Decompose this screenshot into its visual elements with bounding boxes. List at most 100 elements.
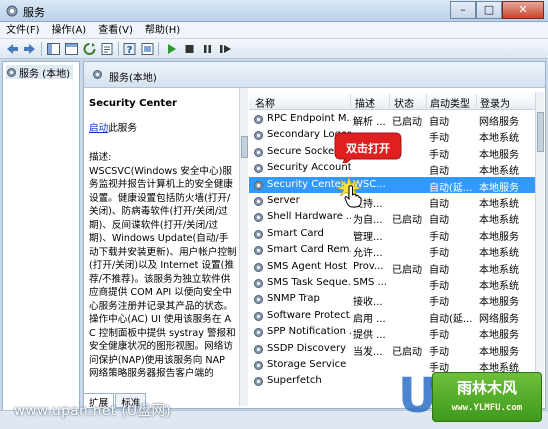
service-gear-icon	[254, 262, 263, 272]
service-startup-type: 自动(延...	[429, 313, 473, 325]
service-logon-as: 本地服务	[479, 231, 519, 243]
service-status: 已启动	[392, 117, 422, 128]
services-list-scrollbar[interactable]	[535, 92, 544, 406]
service-row[interactable]: Smart Card Rem... 允许... 手动 本地系统	[249, 242, 539, 260]
service-row[interactable]: Storage Service 手动 本地系统	[249, 357, 539, 374]
refresh-icon[interactable]	[82, 42, 97, 56]
show-console-tree-icon[interactable]	[46, 42, 61, 56]
service-status: 已启动	[392, 346, 422, 358]
callout-text: 双击打开	[346, 142, 390, 155]
service-gear-icon	[254, 164, 263, 174]
service-startup-type: 手动	[429, 297, 449, 309]
service-gear-icon	[254, 279, 263, 288]
tree-item-services-local[interactable]: 服务 (本地)	[6, 65, 73, 80]
start-service-icon[interactable]	[164, 42, 179, 56]
export-list-icon[interactable]	[100, 42, 115, 56]
selected-service-name: Security Center	[89, 98, 177, 109]
service-row[interactable]: SNMP Trap 接收... 手动 本地服务	[249, 291, 539, 309]
toolbar: ?	[0, 39, 548, 59]
menu-help[interactable]: 帮助(H)	[139, 22, 186, 38]
service-gear-icon	[254, 213, 263, 223]
hand-cursor-icon	[344, 185, 362, 208]
service-startup-type: 手动	[429, 231, 449, 243]
description-text: WSCSVC(Windows 安全中心)服务监视并报告计算机上的安全健康设置。健…	[89, 165, 237, 380]
back-arrow-icon[interactable]	[5, 42, 20, 56]
service-name: SMS Task Seque...	[267, 277, 351, 288]
service-gear-icon	[254, 180, 263, 190]
service-row[interactable]: RPC Endpoint M... 解析 ... 已启动 自动 网络服务	[249, 111, 539, 128]
stop-service-icon[interactable]	[182, 42, 197, 56]
menu-bar: 文件(F) 操作(A) 查看(V) 帮助(H)	[0, 22, 548, 39]
help-icon[interactable]: ?	[122, 42, 137, 56]
minimize-button[interactable]: –	[450, 1, 476, 19]
scroll-thumb[interactable]	[537, 112, 544, 152]
service-logon-as: 本地服务	[479, 330, 519, 342]
service-desc: 解析 ...	[353, 117, 386, 128]
service-gear-icon	[254, 295, 263, 305]
service-row[interactable]: Shell Hardware ... 为自... 已启动 自动 本地系统	[249, 209, 539, 227]
console-tree: 服务 (本地)	[2, 61, 80, 419]
service-logon-as: 本地系统	[479, 248, 519, 260]
maximize-button[interactable]: □	[476, 1, 502, 19]
pane-header: 服务(本地)	[84, 62, 545, 88]
service-logon-as: 网络服务	[479, 117, 519, 128]
services-gear-icon	[6, 5, 18, 17]
service-row[interactable]: SSDP Discovery 当发... 已启动 手动 本地服务	[249, 341, 539, 358]
service-gear-icon	[254, 131, 263, 141]
svg-text:?: ?	[127, 45, 133, 56]
service-startup-type: 自动	[429, 199, 449, 210]
service-row[interactable]: Security Center WSC... 自动(延... 本地服务	[249, 176, 539, 194]
service-desc: SMS ...	[353, 277, 387, 288]
menu-action[interactable]: 操作(A)	[46, 22, 93, 38]
close-button[interactable]: ✕	[502, 1, 544, 19]
console-window-icon[interactable]	[64, 42, 79, 56]
service-row[interactable]: Server 支持... 自动 本地系统	[249, 193, 539, 210]
pause-service-icon[interactable]	[200, 42, 215, 56]
column-logon-as[interactable]: 登录为	[480, 95, 510, 110]
service-desc: 提供 ...	[353, 330, 386, 342]
service-name: Smart Card Rem...	[267, 244, 351, 256]
service-desc: 当发...	[353, 346, 383, 358]
service-status: 已启动	[392, 264, 422, 276]
service-row[interactable]: SMS Agent Host Prov... 已启动 自动 本地系统	[249, 259, 539, 276]
service-name: SNMP Trap	[267, 293, 320, 305]
service-logon-as: 本地系统	[479, 215, 519, 227]
column-status[interactable]: 状态	[394, 95, 414, 110]
forward-arrow-icon[interactable]	[22, 42, 37, 56]
service-logon-as: 网络服务	[479, 313, 519, 325]
logo-title: 雨林木风	[456, 379, 517, 397]
service-startup-type: 手动	[429, 133, 449, 145]
service-logon-as: 本地系统	[479, 199, 519, 210]
service-row[interactable]: SMS Task Seque... SMS ... 手动 本地系统	[249, 275, 539, 292]
service-name: Superfetch	[267, 375, 322, 387]
service-logon-as: 本地服务	[479, 346, 519, 358]
restart-service-icon[interactable]	[218, 42, 233, 56]
service-desc: 允许...	[353, 248, 383, 260]
service-desc: 为自...	[353, 215, 383, 227]
service-row[interactable]: Software Protect... 启用 ... 自动(延... 网络服务	[249, 308, 539, 325]
description-scrollbar[interactable]	[239, 88, 248, 406]
service-startup-type: 自动	[429, 166, 449, 178]
start-service-link[interactable]: 启动	[89, 123, 108, 134]
service-logon-as: 本地系统	[479, 133, 519, 145]
logo-url: www.YLMFU.com	[451, 403, 523, 413]
service-logon-as: 本地系统	[479, 166, 519, 178]
service-name: Storage Service	[267, 359, 347, 370]
service-startup-type: 手动	[429, 248, 449, 260]
properties-icon[interactable]	[140, 42, 155, 56]
service-gear-icon	[254, 344, 263, 354]
scroll-thumb[interactable]	[241, 136, 248, 158]
service-row[interactable]: Smart Card 管理... 手动 本地服务	[249, 226, 539, 243]
service-startup-type: 手动	[429, 346, 449, 358]
column-description[interactable]: 描述	[355, 95, 375, 110]
service-desc: 管理...	[353, 231, 383, 243]
title-bar[interactable]: 服务 – □ ✕	[0, 0, 548, 22]
menu-view[interactable]: 查看(V)	[92, 22, 139, 38]
column-startup-type[interactable]: 启动类型	[430, 95, 470, 110]
service-gear-icon	[254, 246, 263, 256]
menu-file[interactable]: 文件(F)	[0, 22, 46, 38]
service-desc: 接收...	[353, 297, 383, 309]
description-label: 描述:	[89, 152, 112, 163]
column-name[interactable]: 名称	[255, 95, 275, 110]
service-row[interactable]: SPP Notification ... 提供 ... 手动 本地服务	[249, 324, 539, 342]
